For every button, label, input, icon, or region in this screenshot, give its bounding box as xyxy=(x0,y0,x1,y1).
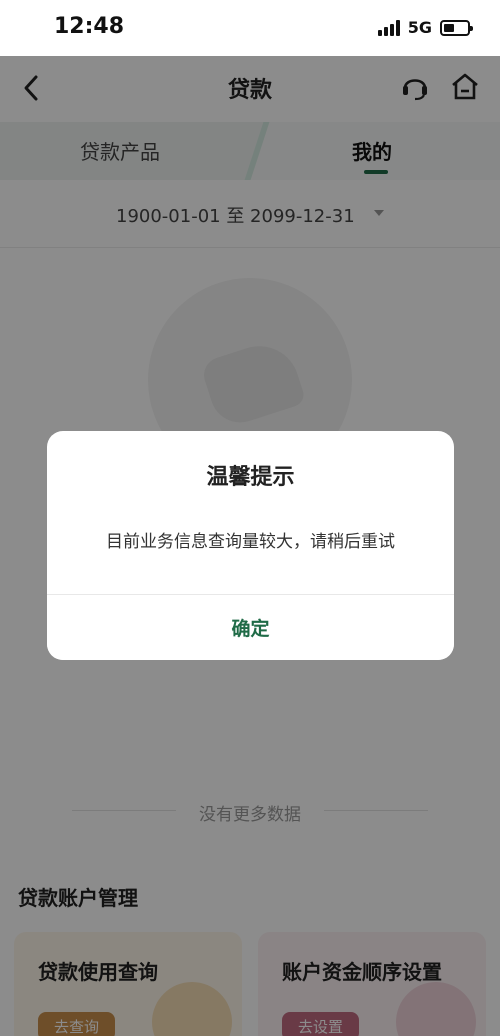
alert-dialog: 温馨提示 目前业务信息查询量较大，请稍后重试 确定 xyxy=(47,431,454,660)
signal-icon xyxy=(377,19,400,36)
dialog-title: 温馨提示 xyxy=(206,465,295,490)
network-type: 5G xyxy=(407,18,432,37)
confirm-button[interactable]: 确定 xyxy=(47,595,454,660)
status-time: 12:48 xyxy=(54,14,125,39)
status-bar: 12:48 5G xyxy=(0,0,500,56)
status-indicators: 5G xyxy=(377,18,473,37)
battery-icon xyxy=(440,19,473,36)
dialog-message: 目前业务信息查询量较大，请稍后重试 xyxy=(106,532,395,552)
